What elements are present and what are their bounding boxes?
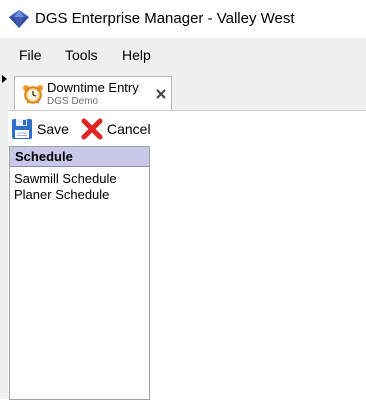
cancel-button[interactable]: Cancel (80, 116, 151, 142)
toolbar: Save Cancel (8, 113, 366, 145)
tab-downtime-entry[interactable]: Downtime Entry DGS Demo (14, 76, 172, 110)
workspace: Downtime Entry DGS Demo Save Cancel Sche… (0, 72, 366, 400)
red-x-icon (81, 118, 103, 140)
tab-content: Save Cancel Schedule Sawmill Schedule Pl… (8, 110, 366, 400)
diamond-logo-icon (9, 10, 29, 28)
list-item[interactable]: Sawmill Schedule (14, 171, 117, 187)
menu-bar: File Tools Help (0, 38, 366, 72)
schedule-panel: Schedule Sawmill Schedule Planer Schedul… (9, 146, 150, 400)
schedule-list: Sawmill Schedule Planer Schedule (14, 171, 117, 203)
alarm-clock-icon (23, 85, 43, 104)
menu-file[interactable]: File (19, 47, 42, 63)
schedule-header: Schedule (10, 147, 149, 167)
list-item[interactable]: Planer Schedule (14, 187, 117, 203)
menu-tools[interactable]: Tools (65, 47, 98, 63)
side-collapse-strip[interactable] (0, 72, 8, 399)
cancel-label: Cancel (107, 121, 151, 137)
tab-title: Downtime Entry (47, 80, 139, 95)
close-icon[interactable] (154, 87, 168, 101)
floppy-disk-icon (12, 119, 32, 139)
window-title: DGS Enterprise Manager - Valley West (35, 10, 295, 27)
expand-arrow-icon[interactable] (2, 75, 7, 83)
save-button[interactable]: Save (10, 116, 69, 142)
menu-help[interactable]: Help (122, 47, 151, 63)
save-label: Save (37, 121, 69, 137)
tab-subtitle: DGS Demo (47, 96, 99, 107)
title-bar: DGS Enterprise Manager - Valley West (0, 0, 366, 38)
